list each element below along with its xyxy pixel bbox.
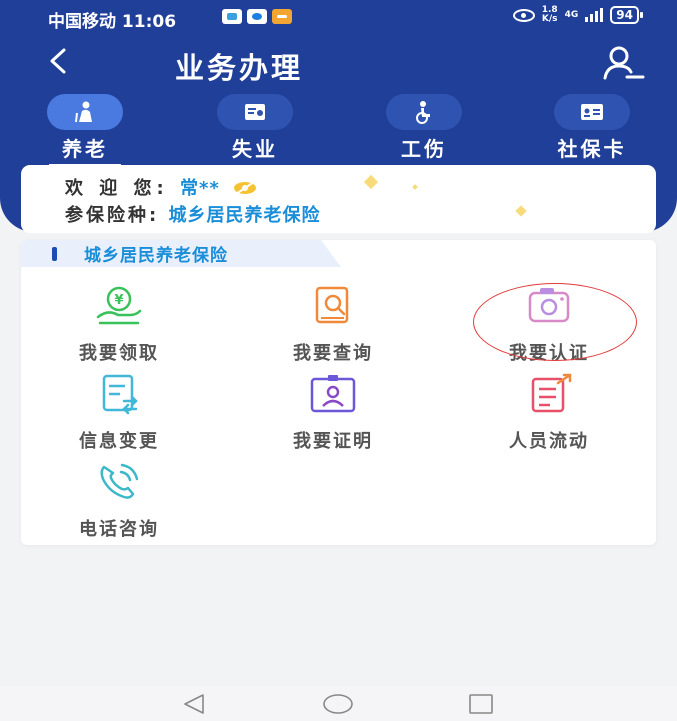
nav-back-icon[interactable] — [182, 693, 206, 715]
service-item-info-change[interactable]: 信息变更 — [44, 373, 194, 453]
app-notification-icon — [222, 9, 242, 24]
signal-icon — [585, 8, 604, 22]
tab-social-security-card[interactable]: 社保卡 — [532, 94, 652, 162]
carrier-name: 中国移动 — [48, 12, 116, 32]
service-card-header: 城乡居民养老保险 — [52, 240, 228, 267]
tab-label: 失业 — [232, 137, 278, 161]
category-tabs: 养老 失业 工伤 社保卡 — [0, 94, 677, 167]
elderly-icon — [75, 101, 92, 123]
eye-comfort-icon — [512, 8, 535, 22]
unemployment-icon — [245, 104, 265, 120]
greeting-label: 欢 迎 您: — [65, 178, 169, 199]
insurance-type: 城乡居民养老保险 — [168, 205, 321, 226]
system-nav-bar — [0, 686, 677, 721]
tab-label: 养老 — [62, 137, 108, 161]
network-type: 4G — [564, 9, 579, 20]
page-title: 业务办理 — [174, 51, 303, 85]
phone-icon — [100, 463, 139, 499]
service-card-title: 城乡居民养老保险 — [84, 246, 228, 266]
battery-level: 94 — [610, 6, 643, 24]
search-document-icon — [315, 286, 349, 324]
service-item-phone-consult[interactable]: 电话咨询 — [44, 461, 194, 541]
service-item-receive[interactable]: ¥ 我要领取 — [44, 285, 194, 365]
service-item-certificate[interactable]: 我要证明 — [258, 373, 408, 453]
tab-label: 社保卡 — [557, 137, 627, 161]
message-notification-icon — [247, 9, 267, 24]
net-speed-unit: K/s — [541, 14, 558, 24]
nav-home-icon[interactable] — [322, 693, 354, 715]
user-profile-icon[interactable] — [599, 46, 647, 80]
service-item-label: 信息变更 — [79, 431, 159, 452]
svg-text:¥: ¥ — [114, 293, 123, 308]
injury-icon — [416, 101, 430, 124]
user-name: 常** — [180, 178, 220, 199]
tab-injury[interactable]: 工伤 — [364, 94, 484, 162]
service-item-query[interactable]: 我要查询 — [258, 285, 408, 365]
service-item-label: 我要证明 — [293, 431, 373, 452]
status-time: 11:06 — [121, 12, 177, 32]
section-marker — [52, 246, 57, 261]
mail-notification-icon — [272, 9, 292, 24]
service-item-label: 人员流动 — [509, 431, 589, 452]
tab-unemployment[interactable]: 失业 — [195, 94, 315, 162]
welcome-card: 欢 迎 您: 常** 参保险种: 城乡居民养老保险 — [21, 165, 656, 233]
notification-icons — [222, 9, 292, 24]
service-item-label: 我要领取 — [79, 343, 159, 364]
nav-recent-apps-icon[interactable] — [468, 693, 494, 715]
eye-toggle-icon[interactable] — [231, 180, 259, 196]
tab-label: 工伤 — [401, 137, 447, 161]
service-item-personnel-transfer[interactable]: 人员流动 — [474, 373, 624, 453]
info-change-icon — [102, 374, 138, 415]
nav-bar: 业务办理 — [0, 38, 677, 88]
status-bar: 中国移动 11:06 1.8 K/s 4G 94 — [0, 0, 677, 34]
personnel-transfer-icon — [531, 373, 572, 413]
id-certificate-icon — [310, 375, 356, 413]
money-hand-icon: ¥ — [96, 286, 142, 325]
insurance-label: 参保险种: — [65, 205, 160, 226]
highlight-circle — [473, 283, 637, 361]
service-item-label: 我要查询 — [293, 343, 373, 364]
social-security-card-icon — [581, 104, 603, 120]
tab-elderly[interactable]: 养老 — [25, 94, 145, 167]
service-item-label: 电话咨询 — [79, 519, 159, 540]
